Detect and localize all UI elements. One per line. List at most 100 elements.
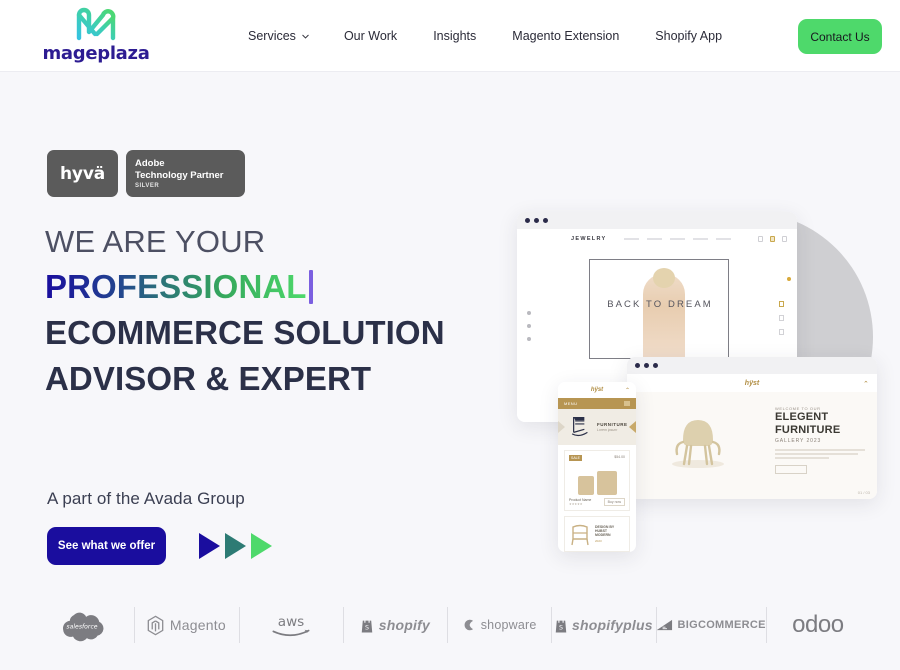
slider-dot-icon [527,337,531,341]
cart-icon: ⌃ [624,388,630,394]
furniture-hero-copy: WELCOME TO OUR ELEGENT FURNITURE GALLERY… [775,406,865,474]
compare-icon [779,315,784,321]
mobile-menu-bar[interactable]: MENU [558,398,636,409]
furniture-logo: hÿst [744,379,760,387]
share-icon [779,329,784,335]
product-image [569,465,625,495]
jewelry-nav-placeholders [624,237,732,241]
jewelry-site-nav: JEWELRY [517,229,797,242]
headline-line-3: ECOMMERCE SOLUTION [45,314,445,351]
svg-text:salesforce: salesforce [67,623,98,630]
user-icon [758,236,763,242]
mobile-header: hÿst ⌃ [558,382,636,398]
adobe-badge-line1: Adobe [135,158,165,169]
nav-placeholder [647,237,663,241]
nav-placeholder [624,237,640,241]
brand-magento[interactable]: Magento [134,605,238,645]
headline-line-4: ADVISOR & EXPERT [45,360,372,397]
m-monogram-icon [76,7,116,41]
nav-label: Our Work [343,29,398,43]
nav-label: Insights [433,29,477,43]
carousel-next-icon[interactable] [629,421,636,433]
hero-headline: WE ARE YOUR PROFESSIONAL ECOMMERCE SOLUT… [45,220,515,402]
furniture-body-placeholder [775,449,865,459]
furniture-site-mockup: hÿst ⌃ WELCOME TO OUR ELEGENT FURNITURE [627,357,877,499]
hero-section: hyvä Adobe Technology Partner SILVER WE … [0,72,900,593]
nav-item-our-work[interactable]: Our Work [344,23,397,49]
nav-label: Shopify App [655,29,723,43]
brand-odoo[interactable]: odoo [765,605,870,645]
brand-shopify[interactable]: S shopify [342,605,447,645]
brand-bigcommerce[interactable]: BIGCOMMERCE [655,605,766,645]
typing-cursor-icon [308,270,313,304]
brand-salesforce[interactable]: salesforce [30,605,134,645]
hamburger-icon [624,401,630,406]
jewelry-brand-label: JEWELRY [571,236,607,242]
brand-label: BIGCOMMERCE [677,619,766,631]
text-line [775,449,865,451]
furniture-heading-1: ELEGENT [775,411,829,423]
mobile-product-card[interactable]: SALE $54.00 Product Name ★★★★★ Buy now [564,450,630,511]
contact-us-button[interactable]: Contact Us [798,19,882,54]
shopware-icon [464,619,473,631]
headline-gradient-word: PROFESSIONAL [45,264,307,310]
main-nav: Services Our Work Insights Magento Exten… [248,0,756,72]
accent-dot-icon [787,277,791,281]
svg-text:S: S [365,624,369,631]
furniture-heading-2: FURNITURE [775,423,841,436]
brand-label: shopware [480,618,537,632]
mobile-hero-banner: FURNITURE Lorem ipsum [558,409,636,445]
site-logo[interactable]: mageplaza [42,6,150,64]
buy-now-button[interactable]: Buy now [603,498,625,506]
furniture-site-nav: hÿst [627,374,877,392]
furniture-shop-button[interactable] [775,464,807,474]
play-arrow-icon-3[interactable] [251,533,272,559]
jewelry-nav-icons [758,236,787,242]
mobile-promo-card[interactable]: DESIGN BY HUBST MODERN 2023 [564,516,630,552]
aws-icon: aws [272,614,310,637]
text-line [775,457,829,459]
slider-dot-icon [527,311,531,315]
play-arrows [199,533,272,559]
hero-cta-row: See what we offer [47,527,272,565]
hero-subtext: A part of the Avada Group [47,489,245,508]
see-what-we-offer-button[interactable]: See what we offer [47,527,166,565]
search-icon [782,236,787,242]
brand-shopify-plus[interactable]: S shopifyplus [551,605,655,645]
brand-label: shopify [378,617,430,633]
carousel-prev-icon[interactable] [558,421,565,433]
bigcommerce-icon [656,619,672,631]
svg-text:S: S [559,624,563,631]
mobile-menu-label: MENU [564,401,578,406]
brand-aws[interactable]: aws [238,605,343,645]
nav-item-shopify-app[interactable]: Shopify App [655,23,722,49]
nav-item-insights[interactable]: Insights [433,23,476,49]
sale-badge: SALE [569,455,582,461]
nav-item-services[interactable]: Services [248,23,310,49]
nav-item-magento-extension[interactable]: Magento Extension [512,23,619,49]
partner-logo-strip: salesforce Magento aws S shopify shopwar… [0,580,900,670]
site-header: mageplaza Services Our Work Insights Mag… [0,0,900,72]
partner-badges: hyvä Adobe Technology Partner SILVER [47,150,245,197]
browser-titlebar [517,212,797,229]
adobe-technology-partner-badge: Adobe Technology Partner SILVER [126,150,245,197]
brand-shopware[interactable]: shopware [447,605,551,645]
play-arrow-icon-2[interactable] [225,533,246,559]
promo-copy: DESIGN BY HUBST MODERN 2023 [595,525,614,543]
play-arrow-icon-1[interactable] [199,533,220,559]
browser-dot-icon [644,363,649,368]
browser-dot-icon [635,363,640,368]
brand-label: odoo [792,611,844,638]
nav-label: Magento Extension [512,29,620,43]
hyva-badge: hyvä [47,150,118,197]
promo-line-3: MODERN [595,533,611,537]
furniture-pagination: 01 / 03 [857,490,870,495]
product-shape [596,471,617,495]
browser-dot-icon [653,363,658,368]
shopify-plus-icon: S [555,617,567,632]
browser-titlebar [627,357,877,374]
salesforce-cloud-icon: salesforce [63,612,104,642]
nav-placeholder [716,237,732,241]
jewelry-slider-dots [527,311,531,341]
magento-icon [147,615,164,635]
